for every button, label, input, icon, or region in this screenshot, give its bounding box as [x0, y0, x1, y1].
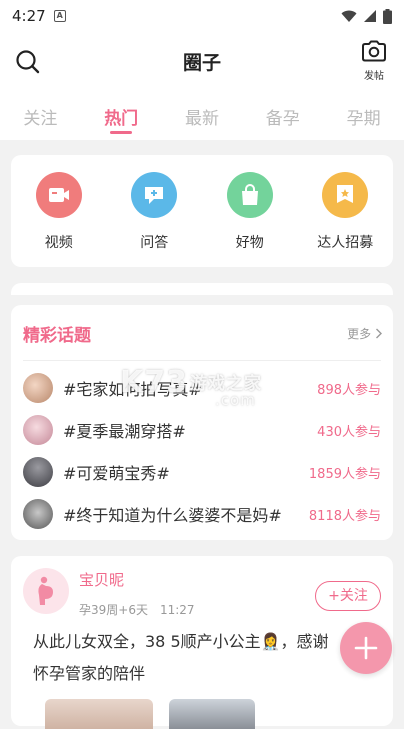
topic-count: 430人参与: [317, 424, 381, 440]
tab-bar: 关注 热门 最新 备孕 孕期: [0, 90, 404, 140]
badge-icon: [322, 172, 369, 218]
category-card: 视频 问答 好物 达人招募: [11, 155, 393, 267]
tab-preparing-pregnancy[interactable]: 备孕: [242, 90, 323, 140]
post-username[interactable]: 宝贝昵: [79, 569, 124, 590]
more-label: 更多: [347, 327, 372, 341]
page-title: 圈子: [182, 52, 221, 74]
category-label: 达人招募: [317, 235, 374, 251]
post-card[interactable]: 宝贝昵 孕39周+6天 11:27 +关注 从此儿女双全，38 5顺产小公主👩‍⚕…: [11, 556, 393, 729]
post-time: 11:27: [159, 603, 195, 617]
category-label: 好物: [235, 235, 264, 251]
post-text: 从此儿女双全，38 5顺产小公主👩‍⚕️，感谢怀孕管家的陪伴: [33, 632, 329, 683]
divider: [23, 360, 381, 361]
category-talent-recruit[interactable]: 达人招募: [298, 155, 394, 267]
tab-hot[interactable]: 热门: [81, 90, 162, 140]
topic-count: 8118人参与: [308, 508, 381, 524]
post-image[interactable]: [45, 699, 153, 729]
tab-latest[interactable]: 最新: [162, 90, 243, 140]
qa-icon: [131, 172, 178, 218]
wifi-icon: [341, 10, 357, 22]
status-time: 4:27: [12, 7, 46, 25]
category-label: 问答: [140, 235, 169, 251]
topic-text: #终于知道为什么婆婆不是妈#: [63, 506, 282, 525]
category-goods[interactable]: 好物: [202, 155, 298, 267]
topic-item[interactable]: #可爱萌宝秀# 1859人参与: [23, 454, 381, 490]
watermark-domain: .com: [215, 391, 256, 409]
topic-text: #夏季最潮穿搭#: [63, 422, 186, 441]
status-icons: [341, 8, 392, 24]
watermark-brand: K73: [120, 365, 188, 400]
plus-icon: [354, 636, 378, 660]
category-label: 视频: [44, 235, 73, 251]
battery-icon: [383, 8, 392, 24]
post-button[interactable]: 发帖: [358, 40, 390, 84]
tab-following[interactable]: 关注: [0, 90, 81, 140]
topic-avatar: [23, 499, 53, 529]
shopping-bag-icon: [226, 172, 273, 218]
pregnant-icon: [38, 576, 53, 605]
topic-avatar: [23, 457, 53, 487]
chevron-right-icon: [376, 328, 382, 339]
camera-icon: [362, 40, 386, 62]
more-topics-link[interactable]: 更多: [347, 325, 383, 342]
topic-count: 898人参与: [317, 382, 381, 398]
create-post-fab[interactable]: [340, 622, 392, 674]
topic-count: 1859人参与: [308, 466, 381, 482]
notification-icon: A: [53, 10, 66, 22]
topics-title: 精彩话题: [23, 326, 91, 346]
tab-pregnancy[interactable]: 孕期: [323, 90, 404, 140]
topics-card: 精彩话题 更多 #宅家如何拍写真# 898人参与 #夏季最潮穿搭# 430人参与…: [11, 305, 393, 540]
pregnancy-stage: 孕39周+6天: [79, 603, 148, 617]
topic-item[interactable]: #夏季最潮穿搭# 430人参与: [23, 412, 381, 448]
avatar[interactable]: [23, 568, 69, 614]
topic-item[interactable]: #终于知道为什么婆婆不是妈# 8118人参与: [23, 496, 381, 532]
category-video[interactable]: 视频: [11, 155, 107, 267]
app-header: 圈子 发帖: [0, 32, 404, 90]
category-qa[interactable]: 问答: [107, 155, 203, 267]
signal-icon: [364, 10, 376, 22]
post-image[interactable]: [169, 699, 255, 729]
post-label: 发帖: [364, 71, 384, 82]
status-bar: 4:27 A: [0, 0, 404, 32]
banner-placeholder: [11, 283, 393, 295]
topic-avatar: [23, 373, 53, 403]
video-icon: [35, 172, 82, 218]
post-meta: 孕39周+6天 11:27: [79, 601, 195, 618]
topic-avatar: [23, 415, 53, 445]
topic-text: #可爱萌宝秀#: [63, 464, 170, 483]
follow-button[interactable]: +关注: [315, 581, 381, 611]
watermark: K73 游戏之家 .com: [120, 365, 262, 409]
